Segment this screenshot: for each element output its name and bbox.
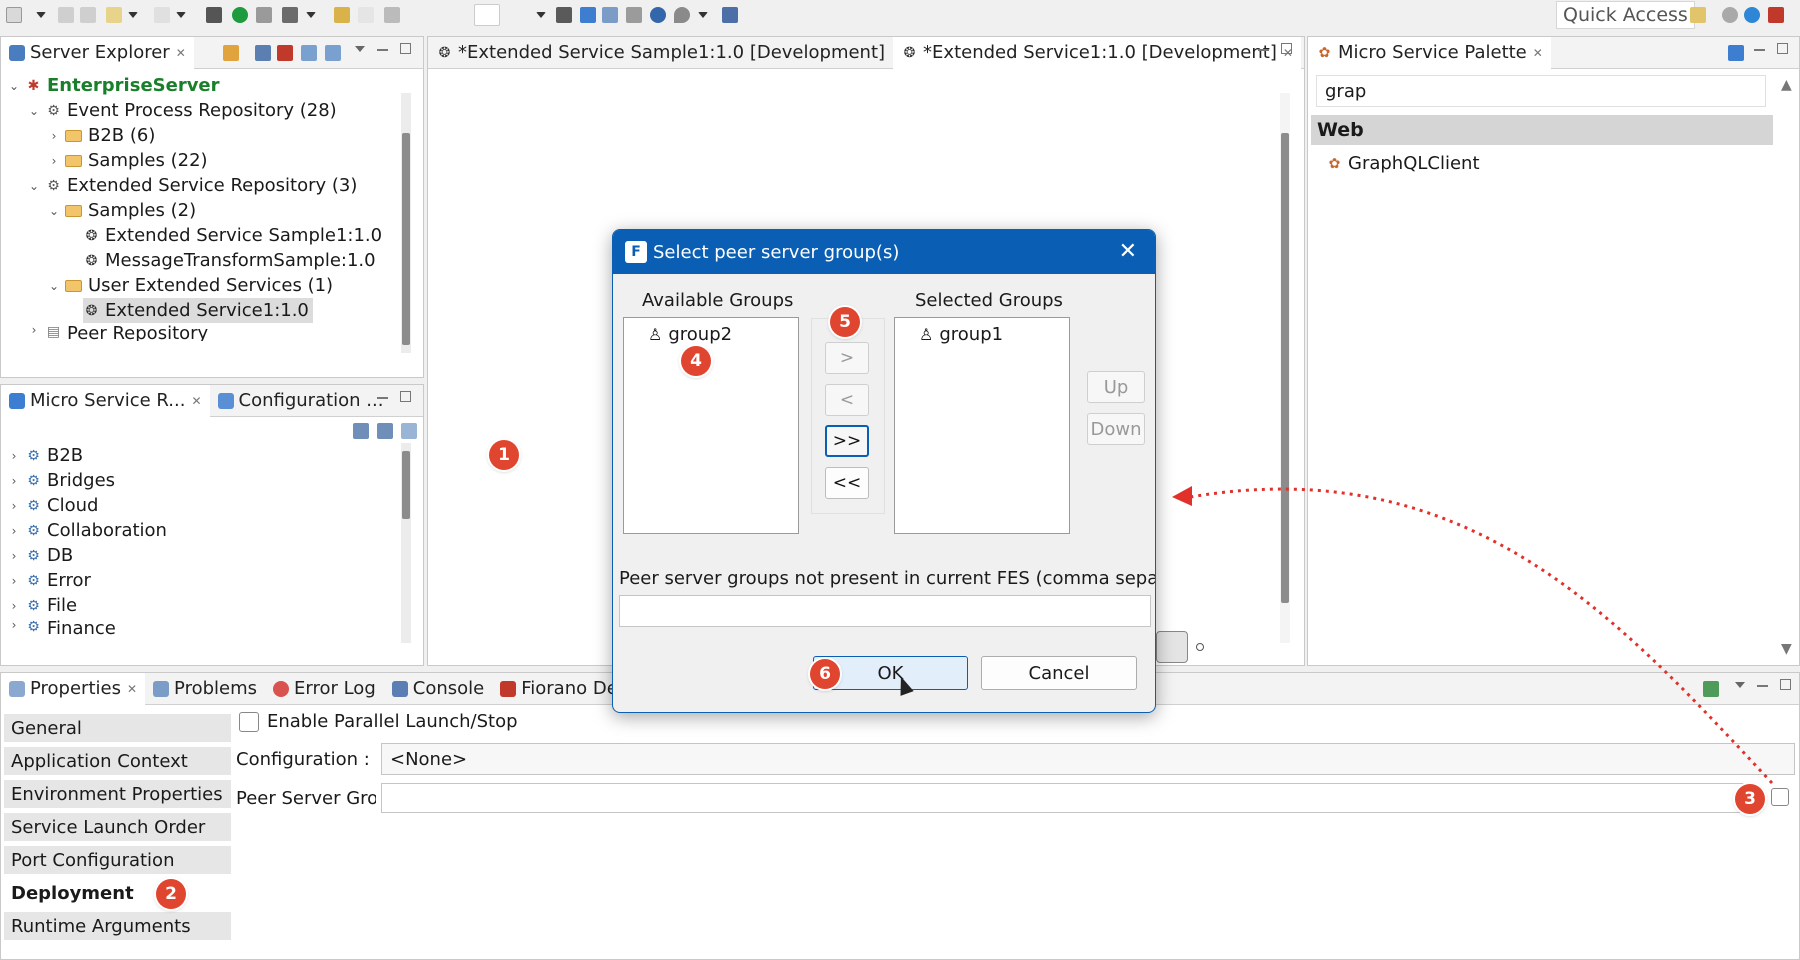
annotation-arrow-path bbox=[1189, 487, 1774, 785]
annotation-badge-4: 4 bbox=[681, 346, 711, 376]
annotation-badge-6: 6 bbox=[810, 659, 840, 689]
annotation-arrow bbox=[1172, 486, 1774, 785]
annotation-badge-1: 1 bbox=[489, 440, 519, 470]
annotation-badge-5: 5 bbox=[830, 307, 860, 337]
annotation-badge-2: 2 bbox=[156, 879, 186, 909]
annotation-badge-3: 3 bbox=[1735, 784, 1765, 814]
annotation-arrowhead bbox=[1172, 486, 1192, 506]
